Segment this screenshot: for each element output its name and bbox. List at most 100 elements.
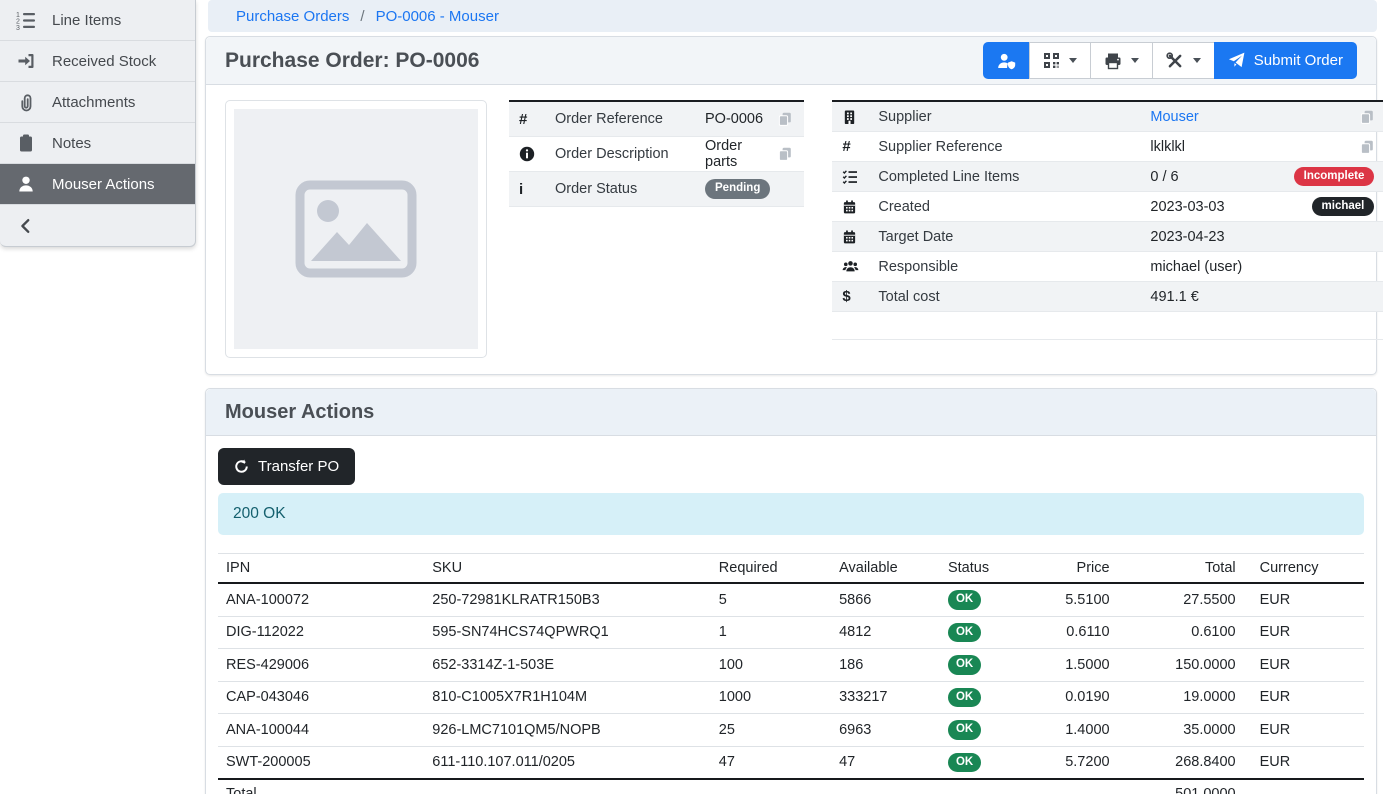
detail-label: Responsible — [878, 259, 1150, 275]
cell-total: 0.6100 — [1118, 616, 1244, 649]
table-row: ANA-100044926-LMC7101QM5/NOPB256963OK1.4… — [218, 714, 1364, 747]
sidebar-item-line-items[interactable]: 123 Line Items — [0, 0, 195, 41]
detail-label: Supplier Reference — [878, 139, 1150, 155]
sidebar-collapse-button[interactable] — [0, 205, 195, 246]
table-row: CAP-043046810-C1005X7R1H104M1000333217OK… — [218, 681, 1364, 714]
rotate-icon — [234, 459, 249, 474]
mouser-actions-header: Mouser Actions — [206, 389, 1376, 436]
supplier-details-table: Supplier Mouser # Supplier Reference lkl… — [832, 100, 1383, 340]
incomplete-badge: Incomplete — [1294, 167, 1375, 187]
cell-sku: 611-110.107.011/0205 — [424, 746, 711, 779]
order-image-card[interactable] — [225, 100, 487, 358]
purchase-order-body: # Order Reference PO-0006 Order Descript… — [206, 85, 1376, 374]
cell-status: OK — [940, 714, 1032, 747]
tools-icon — [1166, 52, 1184, 70]
cell-price: 0.6110 — [1032, 616, 1118, 649]
cell-sku: 250-72981KLRATR150B3 — [424, 583, 711, 616]
cell-total: 27.5500 — [1118, 583, 1244, 616]
supplier-details-group: Supplier Mouser # Supplier Reference lkl… — [832, 100, 1383, 358]
panel-title: Mouser Actions — [225, 401, 374, 424]
ok-status-badge: OK — [948, 720, 981, 740]
table-row: DIG-112022595-SN74HCS74QPWRQ114812OK0.61… — [218, 616, 1364, 649]
actions-table-body: ANA-100072250-72981KLRATR150B355866OK5.5… — [218, 583, 1364, 779]
detail-label: Order Reference — [555, 111, 705, 127]
sidebar-item-label: Mouser Actions — [52, 176, 155, 193]
footer-empty-cell — [711, 779, 831, 794]
copy-icon[interactable] — [778, 147, 792, 161]
cell-currency: EUR — [1244, 746, 1364, 779]
calendar-icon — [842, 199, 878, 215]
cell-available: 5866 — [831, 583, 940, 616]
cell-price: 5.7200 — [1032, 746, 1118, 779]
footer-empty-cell — [1244, 779, 1364, 794]
cell-total: 150.0000 — [1118, 649, 1244, 682]
cell-required: 100 — [711, 649, 831, 682]
ok-status-badge: OK — [948, 753, 981, 773]
cell-status: OK — [940, 681, 1032, 714]
detail-row-total-cost: $ Total cost 491.1 € — [832, 282, 1383, 312]
paperclip-icon — [15, 92, 37, 112]
sidebar-item-attachments[interactable]: Attachments — [0, 82, 195, 123]
status-alert: 200 OK — [218, 493, 1364, 535]
line-items-table: IPNSKURequiredAvailableStatusPriceTotalC… — [218, 553, 1364, 794]
supplier-link[interactable]: Mouser — [1150, 109, 1254, 125]
detail-label: Order Description — [555, 146, 705, 162]
cell-available: 333217 — [831, 681, 940, 714]
cell-total: 35.0000 — [1118, 714, 1244, 747]
admin-button[interactable] — [983, 42, 1030, 79]
cell-ipn: ANA-100072 — [218, 583, 424, 616]
detail-label: Total cost — [878, 289, 1150, 305]
cell-ipn: RES-429006 — [218, 649, 424, 682]
breadcrumb-link-current-order[interactable]: PO-0006 - Mouser — [376, 8, 499, 25]
cell-price: 1.4000 — [1032, 714, 1118, 747]
cell-currency: EUR — [1244, 681, 1364, 714]
table-row: SWT-200005611-110.107.011/02054747OK5.72… — [218, 746, 1364, 779]
svg-text:3: 3 — [16, 25, 20, 30]
submit-order-label: Submit Order — [1254, 52, 1343, 69]
transfer-po-button[interactable]: Transfer PO — [218, 448, 355, 485]
detail-label: Created — [878, 199, 1150, 215]
detail-value: 491.1 € — [1150, 289, 1254, 305]
cell-required: 1000 — [711, 681, 831, 714]
order-details-left-group: # Order Reference PO-0006 Order Descript… — [225, 100, 832, 358]
breadcrumb-link-purchase-orders[interactable]: Purchase Orders — [236, 8, 349, 25]
detail-value: PO-0006 — [705, 111, 770, 127]
mouser-actions-panel: Mouser Actions Transfer PO 200 OK IPNSKU… — [205, 388, 1377, 794]
cell-sku: 926-LMC7101QM5/NOPB — [424, 714, 711, 747]
cell-available: 6963 — [831, 714, 940, 747]
page-title: Purchase Order: PO-0006 — [225, 49, 479, 73]
submit-order-button[interactable]: Submit Order — [1214, 42, 1357, 79]
list-ol-icon: 123 — [15, 10, 37, 30]
detail-value: 2023-03-03 — [1150, 199, 1254, 215]
detail-row-supplier-reference: # Supplier Reference lklklkl — [832, 132, 1383, 162]
barcode-actions-button[interactable] — [1029, 42, 1091, 79]
chevron-down-icon — [1193, 58, 1201, 63]
cell-required: 25 — [711, 714, 831, 747]
cell-required: 5 — [711, 583, 831, 616]
copy-icon[interactable] — [1360, 110, 1374, 124]
cell-available: 4812 — [831, 616, 940, 649]
actions-table-header-row: IPNSKURequiredAvailableStatusPriceTotalC… — [218, 554, 1364, 584]
column-header-required: Required — [711, 554, 831, 584]
detail-row-target-date: Target Date 2023-04-23 — [832, 222, 1383, 252]
copy-icon[interactable] — [1360, 140, 1374, 154]
sidebar-item-received-stock[interactable]: Received Stock — [0, 41, 195, 82]
purchase-order-header: Purchase Order: PO-0006 — [206, 37, 1376, 85]
cell-required: 1 — [711, 616, 831, 649]
user-badge: michael — [1312, 197, 1375, 217]
detail-row-empty — [832, 312, 1383, 340]
sidebar-item-mouser-actions[interactable]: Mouser Actions — [0, 164, 195, 205]
order-options-button[interactable] — [1152, 42, 1215, 79]
sidebar-item-label: Attachments — [52, 94, 135, 111]
footer-empty-cell — [831, 779, 940, 794]
copy-icon[interactable] — [778, 112, 792, 126]
cell-total: 19.0000 — [1118, 681, 1244, 714]
detail-row-supplier: Supplier Mouser — [832, 102, 1383, 132]
chevron-down-icon — [1069, 58, 1077, 63]
mouser-actions-body: Transfer PO 200 OK IPNSKURequiredAvailab… — [206, 436, 1376, 794]
sidebar-item-notes[interactable]: Notes — [0, 123, 195, 164]
print-actions-button[interactable] — [1090, 42, 1153, 79]
footer-empty-cell — [1032, 779, 1118, 794]
cell-status: OK — [940, 616, 1032, 649]
detail-label: Order Status — [555, 181, 705, 197]
